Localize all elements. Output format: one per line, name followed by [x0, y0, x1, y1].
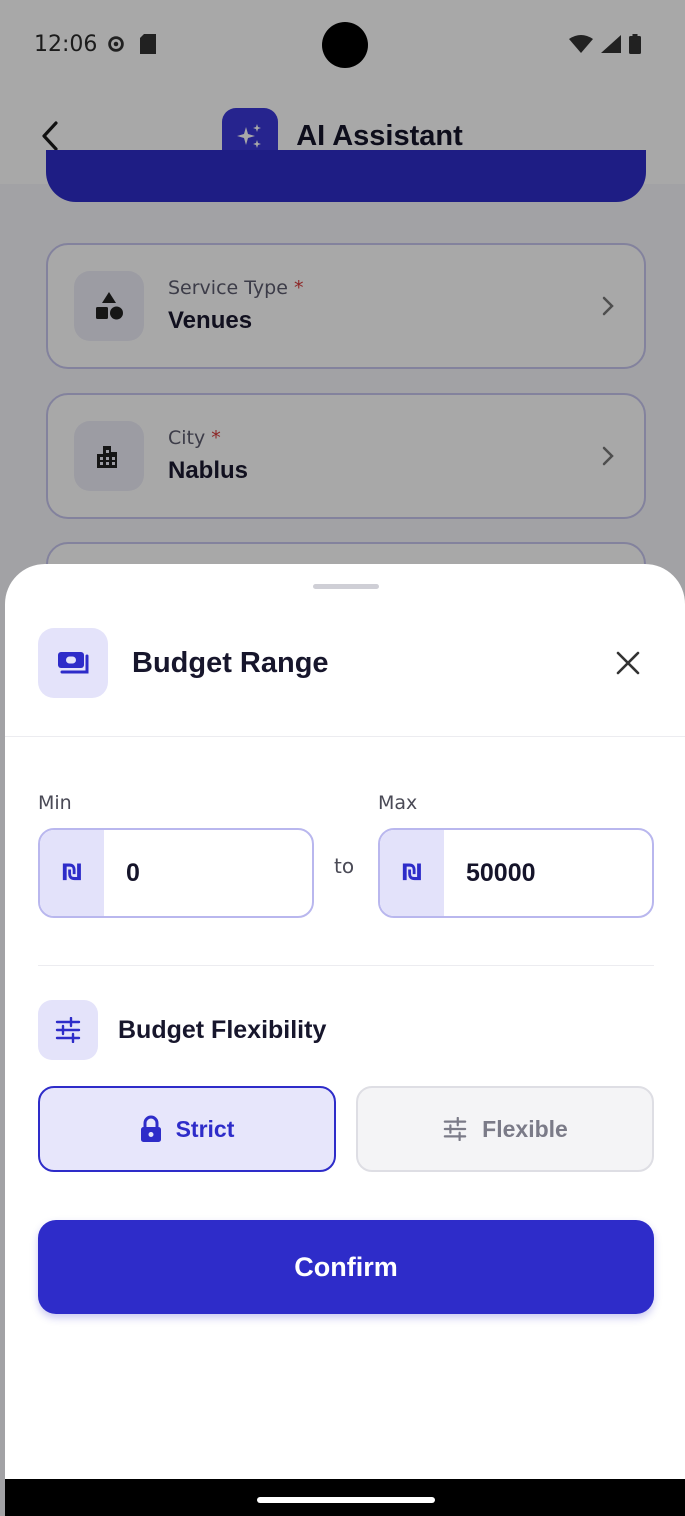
strict-option[interactable]: Strict: [38, 1086, 336, 1172]
lock-icon: [140, 1115, 161, 1142]
budget-range-sheet: Budget Range Min Max ₪ 0 to ₪ 50000 Budg…: [5, 564, 685, 1479]
flexible-label: Flexible: [482, 1115, 568, 1142]
close-button[interactable]: [606, 641, 650, 685]
range-separator: to: [334, 854, 355, 878]
max-label: Max: [378, 792, 418, 814]
confirm-button[interactable]: Confirm: [38, 1220, 654, 1314]
sliders-icon: [443, 1117, 467, 1141]
system-nav-bar: [5, 1479, 685, 1516]
close-icon: [616, 651, 640, 675]
flexibility-header: Budget Flexibility: [38, 1000, 326, 1060]
money-icon: [38, 628, 108, 698]
currency-symbol: ₪: [40, 830, 104, 916]
max-budget-input[interactable]: ₪ 50000: [378, 828, 654, 918]
flexibility-title: Budget Flexibility: [118, 1015, 327, 1044]
section-divider: [38, 965, 654, 966]
max-value[interactable]: 50000: [444, 830, 536, 916]
currency-symbol: ₪: [380, 830, 444, 916]
flexible-option[interactable]: Flexible: [356, 1086, 654, 1172]
min-value[interactable]: 0: [104, 830, 140, 916]
sliders-icon: [38, 1000, 98, 1060]
min-budget-input[interactable]: ₪ 0: [38, 828, 314, 918]
sheet-title: Budget Range: [132, 646, 329, 679]
sheet-header: Budget Range: [38, 628, 650, 698]
min-label: Min: [38, 792, 72, 814]
header-divider: [5, 736, 685, 737]
home-gesture-handle[interactable]: [257, 1497, 435, 1503]
strict-label: Strict: [175, 1115, 235, 1142]
drag-handle[interactable]: [313, 584, 379, 589]
